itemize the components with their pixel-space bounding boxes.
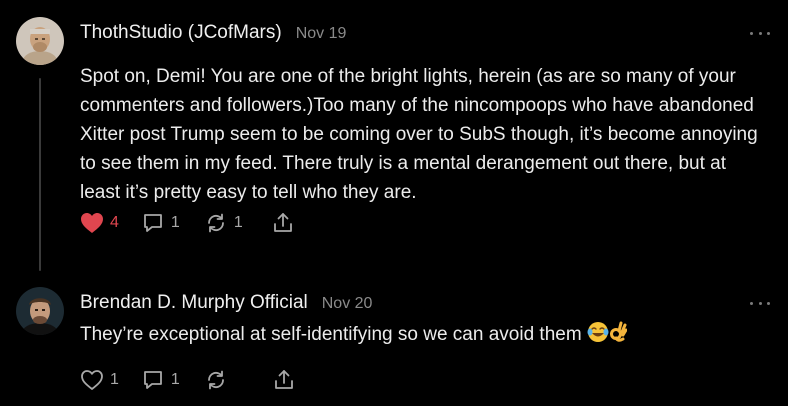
restack-button[interactable]: 1 xyxy=(204,211,243,235)
reply-count: 1 xyxy=(170,371,180,388)
comment-2: Brendan D. Murphy Official Nov 20 They’r… xyxy=(0,270,788,406)
comment-date[interactable]: Nov 20 xyxy=(322,295,373,313)
author-name[interactable]: ThothStudio (JCofMars) xyxy=(80,22,282,44)
restack-icon xyxy=(207,370,224,390)
author-name[interactable]: Brendan D. Murphy Official xyxy=(80,292,308,314)
like-count: 4 xyxy=(110,214,119,231)
share-icon xyxy=(273,213,292,232)
restack-button[interactable] xyxy=(204,368,228,392)
comment-actions: 1 1 xyxy=(80,368,296,392)
more-icon[interactable] xyxy=(750,28,770,38)
comment-date[interactable]: Nov 19 xyxy=(296,25,347,43)
share-button[interactable] xyxy=(271,211,295,235)
face-with-tears-of-joy-emoji xyxy=(587,321,609,352)
comment-icon xyxy=(144,214,162,232)
heart-icon xyxy=(81,213,103,233)
restack-count: 1 xyxy=(233,214,243,231)
reply-count: 1 xyxy=(170,214,180,231)
comment-header: ThothStudio (JCofMars) Nov 19 xyxy=(80,22,346,44)
more-icon[interactable] xyxy=(750,298,770,308)
comment-actions: 4 1 1 xyxy=(80,211,295,235)
like-button[interactable]: 4 xyxy=(80,212,119,234)
heart-icon xyxy=(81,370,103,390)
avatar[interactable] xyxy=(16,287,64,335)
comment-text: They’re exceptional at self-identifying … xyxy=(80,324,582,345)
reply-button[interactable]: 1 xyxy=(141,368,180,392)
restack-icon xyxy=(207,213,224,233)
comment-text: Spot on, Demi! You are one of the bright… xyxy=(80,66,758,203)
comment-body: They’re exceptional at self-identifying … xyxy=(80,320,760,352)
reply-button[interactable]: 1 xyxy=(141,211,180,235)
comment-header: Brendan D. Murphy Official Nov 20 xyxy=(80,292,372,314)
ok-hand-emoji xyxy=(609,321,628,352)
like-button[interactable]: 1 xyxy=(80,369,119,391)
share-button[interactable] xyxy=(272,368,296,392)
like-count: 1 xyxy=(110,371,119,388)
thread-line xyxy=(39,78,41,271)
share-icon xyxy=(274,370,293,389)
avatar[interactable] xyxy=(16,17,64,65)
comment-icon xyxy=(144,371,162,389)
comment-1: ThothStudio (JCofMars) Nov 19 Spot on, D… xyxy=(0,0,788,271)
